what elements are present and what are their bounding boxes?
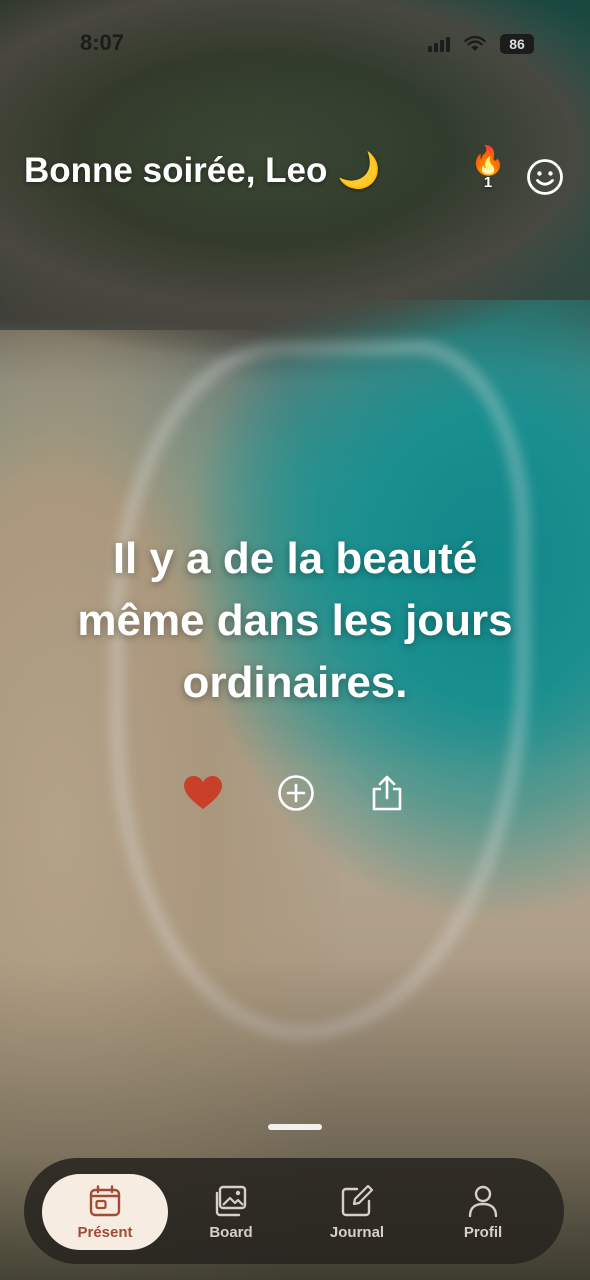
- smiley-icon: [527, 159, 563, 195]
- signal-icon: [428, 36, 450, 52]
- tab-bar: Présent Board Journal Profil: [24, 1158, 564, 1264]
- tab-present[interactable]: Présent: [42, 1174, 168, 1250]
- streak-badge[interactable]: 🔥 1: [470, 145, 506, 192]
- wifi-icon: [464, 36, 486, 51]
- edit-icon: [341, 1184, 374, 1216]
- tab-label: Journal: [329, 1223, 385, 1241]
- flame-icon: 🔥: [470, 145, 506, 176]
- mood-button[interactable]: [526, 158, 564, 196]
- daily-quote: Il y a de la beauté même dans les jours …: [30, 528, 560, 714]
- tab-label: Board: [209, 1223, 253, 1241]
- gallery-icon: [215, 1185, 247, 1216]
- streak-count: 1: [483, 174, 493, 191]
- quote-actions: [0, 772, 590, 814]
- quote-line: même dans les jours: [77, 596, 513, 645]
- greeting-title: Bonne soirée, Leo 🌙: [24, 151, 381, 190]
- share-icon: [372, 775, 402, 811]
- share-button[interactable]: [366, 772, 408, 814]
- tab-profil[interactable]: Profil: [420, 1174, 546, 1250]
- status-bar: 8:07 86: [0, 28, 590, 62]
- plus-circle-icon: [278, 775, 314, 811]
- quote-line: ordinaires.: [182, 658, 408, 707]
- tab-label: Profil: [463, 1223, 503, 1241]
- user-icon: [468, 1185, 498, 1217]
- quote-line: Il y a de la beauté: [112, 534, 478, 583]
- tab-label: Présent: [77, 1223, 133, 1241]
- add-button[interactable]: [275, 772, 317, 814]
- tab-journal[interactable]: Journal: [294, 1174, 420, 1250]
- like-button[interactable]: [182, 772, 224, 814]
- heart-icon: [184, 776, 222, 809]
- sheet-handle[interactable]: [268, 1124, 322, 1130]
- tab-board[interactable]: Board: [168, 1174, 294, 1250]
- calendar-icon: [89, 1184, 121, 1216]
- status-time: 8:07: [80, 30, 125, 55]
- battery-icon: 86: [500, 34, 534, 54]
